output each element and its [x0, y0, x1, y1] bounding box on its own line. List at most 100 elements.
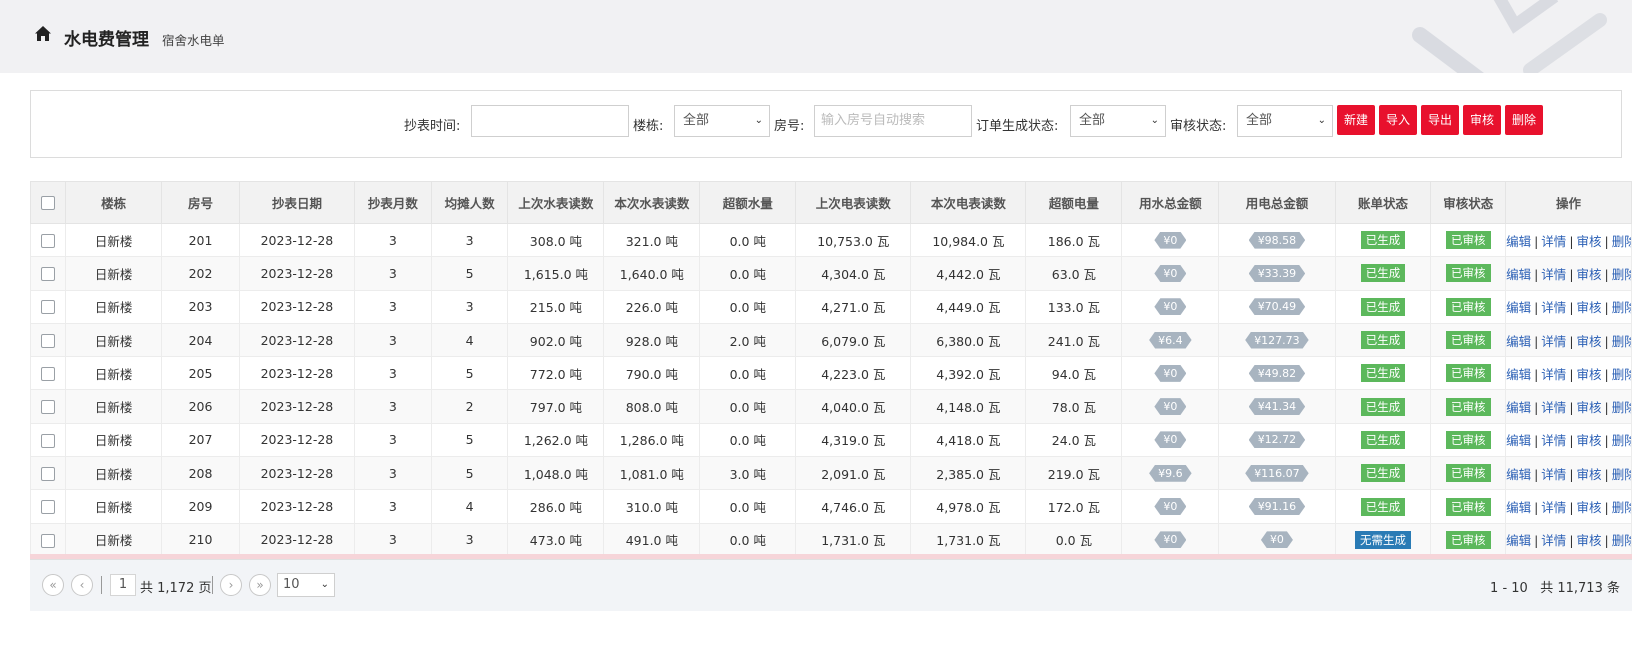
audit-link[interactable]: 审核: [1577, 367, 1602, 382]
export-button[interactable]: 导出: [1421, 105, 1459, 135]
column-header[interactable]: 本次水表读数: [603, 181, 701, 224]
column-header[interactable]: 本次电表读数: [910, 181, 1027, 224]
audit-link[interactable]: 审核: [1577, 300, 1602, 315]
row-checkbox[interactable]: [41, 500, 56, 515]
audit-link[interactable]: 审核: [1577, 400, 1602, 415]
row-checkbox-cell[interactable]: [29, 389, 67, 424]
select-all-checkbox-cell[interactable]: [29, 181, 67, 224]
row-checkbox-cell[interactable]: [29, 256, 67, 291]
delete-link[interactable]: 删除: [1612, 300, 1631, 315]
audit-link[interactable]: 审核: [1577, 533, 1602, 548]
detail-link[interactable]: 详情: [1541, 400, 1566, 415]
delete-link[interactable]: 删除: [1612, 467, 1631, 482]
order-status-select[interactable]: 全部 ⌄: [1070, 105, 1166, 137]
row-checkbox[interactable]: [41, 233, 56, 248]
row-checkbox[interactable]: [41, 466, 56, 481]
audit-link[interactable]: 审核: [1577, 234, 1602, 249]
table-row[interactable]: 日新楼 201 2023-12-28 3 3 308.0 吨 321.0 吨 0.0 吨 10,…: [29, 222, 1632, 258]
row-checkbox-cell[interactable]: [29, 456, 67, 491]
detail-link[interactable]: 详情: [1541, 234, 1566, 249]
row-checkbox[interactable]: [41, 300, 56, 315]
detail-link[interactable]: 详情: [1541, 300, 1566, 315]
import-button[interactable]: 导入: [1379, 105, 1417, 135]
row-checkbox[interactable]: [41, 367, 56, 382]
column-header[interactable]: 超额水量: [699, 181, 797, 224]
select-all-checkbox[interactable]: [41, 196, 56, 211]
edit-link[interactable]: 编辑: [1507, 400, 1532, 415]
audit-link[interactable]: 审核: [1577, 500, 1602, 515]
double-chevron-left-icon[interactable]: «: [42, 574, 64, 596]
column-header[interactable]: 抄表月数: [354, 181, 432, 224]
row-checkbox[interactable]: [41, 533, 56, 548]
column-header[interactable]: 楼栋: [65, 181, 163, 224]
detail-link[interactable]: 详情: [1541, 267, 1566, 282]
page-size-select[interactable]: 10 ⌄: [277, 573, 335, 597]
delete-button[interactable]: 删除: [1505, 105, 1543, 135]
edit-link[interactable]: 编辑: [1507, 234, 1532, 249]
table-row[interactable]: 日新楼 206 2023-12-28 3 2 797.0 吨 808.0 吨 0.0 吨 4,0…: [29, 389, 1632, 424]
chevron-right-icon[interactable]: ›: [220, 574, 242, 596]
row-checkbox[interactable]: [41, 433, 56, 448]
detail-link[interactable]: 详情: [1541, 533, 1566, 548]
table-row[interactable]: 日新楼 205 2023-12-28 3 5 772.0 吨 790.0 吨 0.0 吨 4,2…: [29, 356, 1632, 391]
detail-link[interactable]: 详情: [1541, 500, 1566, 515]
table-row[interactable]: 日新楼 204 2023-12-28 3 4 902.0 吨 928.0 吨 2.0 吨 6,0…: [29, 322, 1632, 358]
table-row[interactable]: 日新楼 210 2023-12-28 3 3 473.0 吨 491.0 吨 0.0 吨 1,7…: [29, 522, 1632, 557]
delete-link[interactable]: 删除: [1612, 533, 1631, 548]
delete-link[interactable]: 删除: [1612, 500, 1631, 515]
column-header[interactable]: 操作: [1505, 181, 1632, 224]
column-header[interactable]: 超额电量: [1025, 181, 1123, 224]
row-checkbox[interactable]: [41, 333, 56, 348]
edit-link[interactable]: 编辑: [1507, 267, 1532, 282]
column-header[interactable]: 审核状态: [1430, 181, 1507, 224]
row-checkbox-cell[interactable]: [29, 289, 67, 324]
column-header[interactable]: 用水总金额: [1121, 181, 1220, 224]
edit-link[interactable]: 编辑: [1507, 300, 1532, 315]
detail-link[interactable]: 详情: [1541, 433, 1566, 448]
row-checkbox-cell[interactable]: [29, 322, 67, 358]
column-header[interactable]: 抄表日期: [238, 181, 356, 224]
delete-link[interactable]: 删除: [1612, 234, 1631, 249]
column-header[interactable]: 账单状态: [1334, 181, 1432, 224]
delete-link[interactable]: 删除: [1612, 267, 1631, 282]
row-checkbox[interactable]: [41, 400, 56, 415]
table-row[interactable]: 日新楼 202 2023-12-28 3 5 1,615.0 吨 1,640.0 吨 0.0 …: [29, 256, 1632, 291]
delete-link[interactable]: 删除: [1612, 433, 1631, 448]
room-search-input[interactable]: 输入房号自动搜索: [814, 105, 972, 137]
chevron-left-icon[interactable]: ‹: [71, 574, 93, 596]
row-checkbox[interactable]: [41, 267, 56, 282]
page-number-input[interactable]: 1: [110, 574, 136, 596]
edit-link[interactable]: 编辑: [1507, 533, 1532, 548]
delete-link[interactable]: 删除: [1612, 367, 1631, 382]
edit-link[interactable]: 编辑: [1507, 433, 1532, 448]
table-row[interactable]: 日新楼 203 2023-12-28 3 3 215.0 吨 226.0 吨 0.0 吨 4,2…: [29, 289, 1632, 324]
home-icon[interactable]: [34, 25, 52, 43]
column-header[interactable]: 房号: [161, 181, 240, 224]
row-checkbox-cell[interactable]: [29, 489, 67, 524]
reading-time-input[interactable]: [471, 105, 629, 137]
audit-button[interactable]: 审核: [1463, 105, 1501, 135]
column-header[interactable]: 用电总金额: [1218, 181, 1336, 224]
edit-link[interactable]: 编辑: [1507, 500, 1532, 515]
audit-link[interactable]: 审核: [1577, 467, 1602, 482]
row-checkbox-cell[interactable]: [29, 222, 67, 258]
row-checkbox-cell[interactable]: [29, 356, 67, 391]
edit-link[interactable]: 编辑: [1507, 334, 1532, 349]
edit-link[interactable]: 编辑: [1507, 367, 1532, 382]
detail-link[interactable]: 详情: [1541, 367, 1566, 382]
table-row[interactable]: 日新楼 207 2023-12-28 3 5 1,262.0 吨 1,286.0 吨 0.0 …: [29, 422, 1632, 458]
new-button[interactable]: 新建: [1337, 105, 1375, 135]
column-header[interactable]: 上次水表读数: [507, 181, 605, 224]
table-row[interactable]: 日新楼 209 2023-12-28 3 4 286.0 吨 310.0 吨 0.0 吨 4,7…: [29, 489, 1632, 524]
audit-link[interactable]: 审核: [1577, 334, 1602, 349]
column-header[interactable]: 均摊人数: [430, 181, 509, 224]
table-row[interactable]: 日新楼 208 2023-12-28 3 5 1,048.0 吨 1,081.0 吨 3.0 …: [29, 456, 1632, 491]
audit-link[interactable]: 审核: [1577, 267, 1602, 282]
audit-link[interactable]: 审核: [1577, 433, 1602, 448]
row-checkbox-cell[interactable]: [29, 422, 67, 458]
audit-status-select[interactable]: 全部 ⌄: [1237, 105, 1333, 137]
building-select[interactable]: 全部 ⌄: [674, 105, 770, 137]
double-chevron-right-icon[interactable]: »: [249, 574, 271, 596]
column-header[interactable]: 上次电表读数: [795, 181, 912, 224]
detail-link[interactable]: 详情: [1541, 467, 1566, 482]
